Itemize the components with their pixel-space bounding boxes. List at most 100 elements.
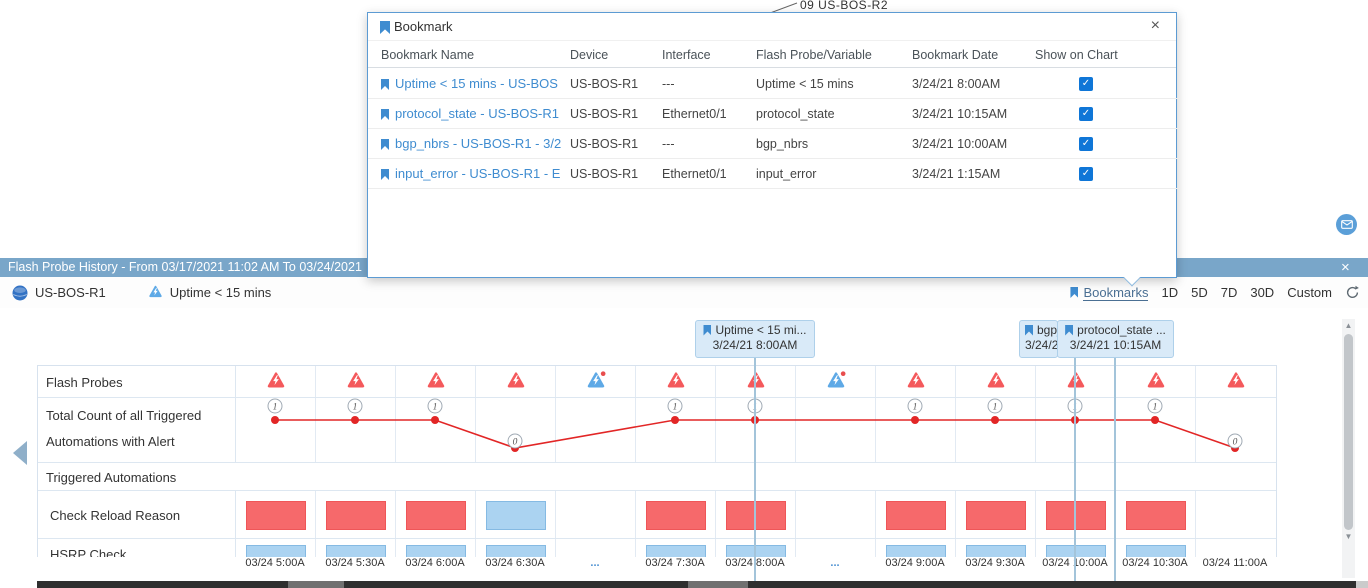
automation-bar-blue[interactable] xyxy=(326,545,386,557)
automation-bar-blue[interactable] xyxy=(886,545,946,557)
count-data-point xyxy=(351,416,359,424)
bookmark-variable: Uptime < 15 mins xyxy=(756,69,854,99)
flash-probe-alert-icon-red[interactable] xyxy=(666,370,686,393)
count-value-label: 1 xyxy=(673,403,678,413)
automation-bar-red[interactable] xyxy=(1126,501,1186,530)
flash-probe-alert-icon-blue[interactable] xyxy=(826,370,846,393)
bookmark-flag-title: protocol_state ... xyxy=(1063,323,1168,337)
hsrp-cell xyxy=(316,539,396,557)
count-value-label: 1 xyxy=(433,403,438,413)
flash-probe-alert-icon-red[interactable] xyxy=(346,370,366,393)
show-on-chart-checkbox[interactable]: ✓ xyxy=(1079,107,1093,121)
hsrp-check-row: HSRP Check xyxy=(38,539,1276,557)
range-button-30d[interactable]: 30D xyxy=(1250,285,1274,300)
column-header-1: Bookmark Name xyxy=(381,48,474,62)
reload-cell xyxy=(636,491,716,538)
hsrp-cell xyxy=(1036,539,1116,557)
probe-cell xyxy=(1116,366,1196,397)
flash-probes-row: Flash Probes xyxy=(38,366,1276,398)
dialog-close-icon[interactable]: × xyxy=(1151,17,1160,35)
message-envelope-button[interactable] xyxy=(1336,214,1357,235)
bookmark-flag-title: bgp_nbrs xyxy=(1025,323,1052,337)
bookmark-icon xyxy=(703,325,711,336)
bookmark-device: US-BOS-R1 xyxy=(570,129,638,159)
automation-bar-red[interactable] xyxy=(406,501,466,530)
bookmark-name-link[interactable]: input_error - US-BOS-R1 - E xyxy=(395,159,560,189)
show-on-chart-checkbox[interactable]: ✓ xyxy=(1079,137,1093,151)
hsrp-cell xyxy=(956,539,1036,557)
hscroll-segment xyxy=(688,581,748,588)
automation-bar-red[interactable] xyxy=(646,501,706,530)
bookmark-flag[interactable]: protocol_state ...3/24/21 10:15AM xyxy=(1057,320,1174,358)
flash-probe-alert-icon-red[interactable] xyxy=(506,370,526,393)
flash-probe-alert-icon-red[interactable] xyxy=(906,370,926,393)
reload-cell xyxy=(396,491,476,538)
flash-probe-alert-icon-red[interactable] xyxy=(1146,370,1166,393)
flash-probe-alert-icon-blue[interactable] xyxy=(586,370,606,393)
automation-bar-red[interactable] xyxy=(966,501,1026,530)
bookmark-stem xyxy=(1114,357,1116,581)
range-button-7d[interactable]: 7D xyxy=(1221,285,1238,300)
bookmark-variable: protocol_state xyxy=(756,99,835,129)
bookmark-date: 3/24/21 8:00AM xyxy=(912,69,1000,99)
bookmark-flag[interactable]: bgp_nbrs3/24/21 10:00AM xyxy=(1019,320,1058,358)
flash-probe-alert-icon-red[interactable] xyxy=(426,370,446,393)
count-value-label: 1 xyxy=(273,403,278,413)
column-header-2: Device xyxy=(570,48,608,62)
flash-probe-alert-icon-red[interactable] xyxy=(266,370,286,393)
row-label-hsrp: HSRP Check xyxy=(50,547,126,557)
hsrp-cell xyxy=(716,539,796,557)
bookmarks-label: Bookmarks xyxy=(1083,285,1148,301)
bookmark-row: Uptime < 15 mins - US-BOSUS-BOS-R1---Upt… xyxy=(368,69,1178,99)
automation-bar-blue[interactable] xyxy=(486,545,546,557)
automation-bar-blue[interactable] xyxy=(646,545,706,557)
vertical-scrollbar-thumb[interactable] xyxy=(1344,334,1353,530)
reload-cell xyxy=(1036,491,1116,538)
axis-tick-label: 03/24 10:30A xyxy=(1110,557,1200,569)
hsrp-cell xyxy=(1196,539,1276,557)
probe-cell xyxy=(956,366,1036,397)
refresh-icon[interactable] xyxy=(1345,285,1360,300)
automation-bar-blue[interactable] xyxy=(966,545,1026,557)
bookmarks-link[interactable]: Bookmarks xyxy=(1070,285,1148,301)
bookmark-date: 3/24/21 1:15AM xyxy=(912,159,1000,189)
flash-probe-alert-icon-red[interactable] xyxy=(986,370,1006,393)
range-button-1d[interactable]: 1D xyxy=(1161,285,1178,300)
panel-collapse-arrow[interactable] xyxy=(13,441,27,465)
show-on-chart-checkbox[interactable]: ✓ xyxy=(1079,167,1093,181)
automation-bar-blue[interactable] xyxy=(246,545,306,557)
range-button-5d[interactable]: 5D xyxy=(1191,285,1208,300)
automation-bar-red[interactable] xyxy=(886,501,946,530)
count-data-point xyxy=(1151,416,1159,424)
scroll-down-icon[interactable]: ▼ xyxy=(1342,531,1355,543)
automation-bar-blue[interactable] xyxy=(1126,545,1186,557)
automation-bar-red[interactable] xyxy=(246,501,306,530)
flash-probe-alert-icon-red[interactable] xyxy=(1226,370,1246,393)
automation-bar-blue[interactable] xyxy=(406,545,466,557)
probe-cell xyxy=(636,366,716,397)
scroll-up-icon[interactable]: ▲ xyxy=(1342,320,1355,332)
reload-cell xyxy=(476,491,556,538)
hsrp-cell xyxy=(396,539,476,557)
bookmark-name-link[interactable]: Uptime < 15 mins - US-BOS xyxy=(395,69,558,99)
bookmark-flag[interactable]: Uptime < 15 mi...3/24/21 8:00AM xyxy=(695,320,815,358)
bookmark-name-link[interactable]: protocol_state - US-BOS-R1 xyxy=(395,99,559,129)
hsrp-cell xyxy=(476,539,556,557)
axis-tick-label: 03/24 7:30A xyxy=(630,557,720,569)
automation-bar-red[interactable] xyxy=(326,501,386,530)
range-button-custom[interactable]: Custom xyxy=(1287,285,1332,300)
horizontal-scrollbar[interactable] xyxy=(37,581,1368,588)
bookmark-name-link[interactable]: bgp_nbrs - US-BOS-R1 - 3/2 xyxy=(395,129,561,159)
bookmark-icon xyxy=(1065,325,1073,336)
hsrp-cell xyxy=(796,539,876,557)
reload-cell xyxy=(1196,491,1276,538)
toolbar-left: US-BOS-R1 Uptime < 15 mins xyxy=(12,277,271,308)
reload-cell xyxy=(796,491,876,538)
bookmark-device: US-BOS-R1 xyxy=(570,99,638,129)
envelope-icon xyxy=(1341,220,1353,229)
automation-bar-blue[interactable] xyxy=(486,501,546,530)
panel-close-icon[interactable]: × xyxy=(1341,258,1350,277)
bookmark-device: US-BOS-R1 xyxy=(570,69,638,99)
show-on-chart-checkbox[interactable]: ✓ xyxy=(1079,77,1093,91)
bookmark-stem xyxy=(754,357,756,581)
